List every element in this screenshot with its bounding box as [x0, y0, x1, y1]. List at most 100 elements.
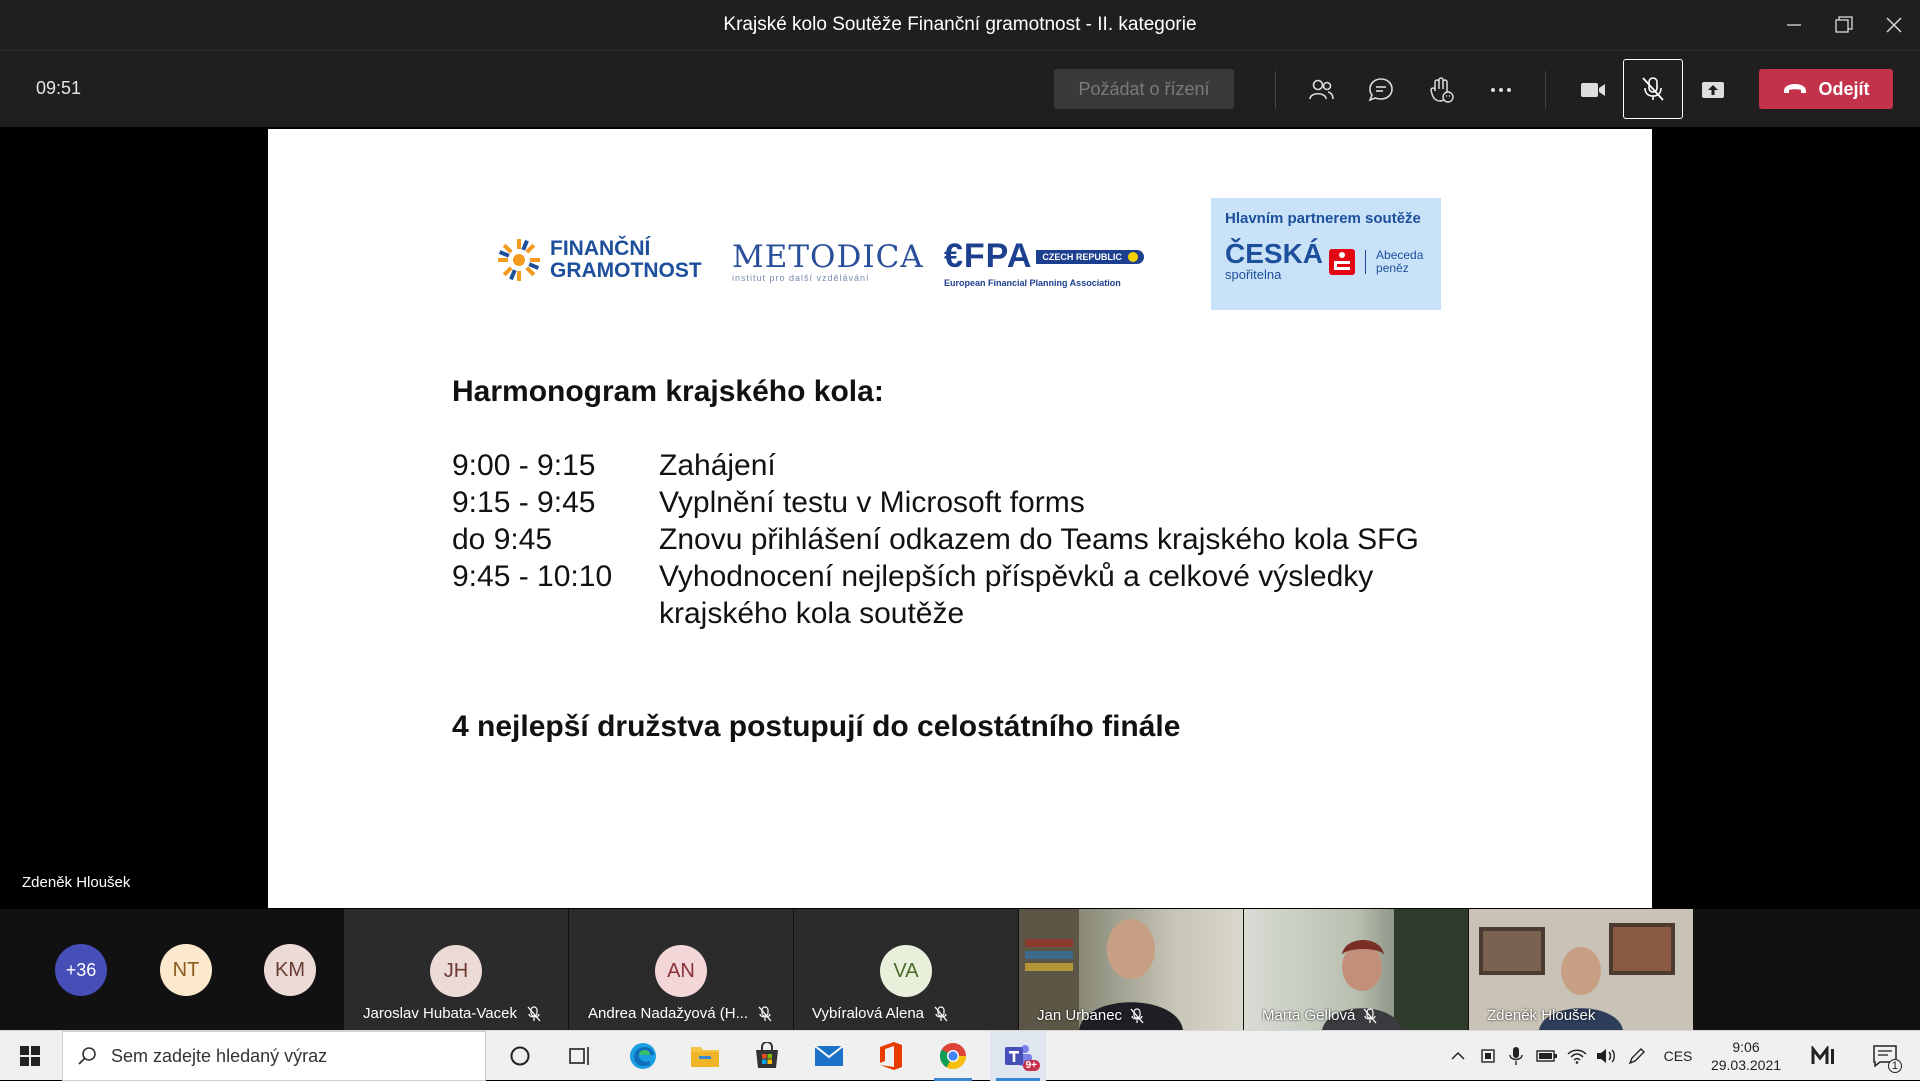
- task-view-icon[interactable]: [556, 1031, 604, 1081]
- schedule-row: 9:45 - 10:10 Vyhodnocení nejlepších přís…: [452, 558, 1459, 632]
- muted-mic-icon: [934, 1005, 948, 1021]
- avatar[interactable]: KM: [264, 944, 316, 996]
- sun-icon: [498, 239, 540, 281]
- schedule-time: 9:45 - 10:10: [452, 560, 613, 593]
- schedule-time: 9:00 - 9:15: [452, 449, 596, 482]
- partner-tag-line2: peněz: [1376, 260, 1409, 275]
- meeting-toolbar: 09:51 Požádat o řízení Odejít: [0, 50, 1920, 127]
- participant-tile[interactable]: AN Andrea Nadažyová (H...: [569, 909, 793, 1030]
- participant-name: Jan Urbanec: [1037, 1007, 1123, 1024]
- minimize-icon[interactable]: [1769, 0, 1819, 50]
- partner-tag-line1: Abeceda: [1376, 247, 1424, 262]
- camera-icon[interactable]: [1568, 65, 1618, 115]
- metodica-logo: METODICA institut pro další vzdělávání: [732, 239, 924, 283]
- avatar[interactable]: NT: [160, 944, 212, 996]
- schedule-list: 9:00 - 9:15 Zahájení 9:15 - 9:45 Vyplněn…: [452, 447, 1459, 632]
- mute-microphone-button[interactable]: [1623, 59, 1683, 119]
- avatar: JH: [430, 945, 482, 997]
- participant-video[interactable]: Zdeněk Hloušek: [1469, 909, 1693, 1030]
- request-control-button[interactable]: Požádat o řízení: [1054, 69, 1234, 109]
- file-explorer-icon[interactable]: [680, 1031, 730, 1081]
- edge-browser-icon[interactable]: [618, 1031, 668, 1081]
- slide-footer: 4 nejlepší družstva postupují do celostá…: [452, 710, 1181, 743]
- fg-logo-line2: GRAMOTNOST: [550, 259, 702, 282]
- taskbar-clock[interactable]: 9:06 29.03.2021: [1706, 1031, 1786, 1081]
- fg-logo-line1: FINANČNÍ: [550, 237, 651, 260]
- raise-hand-reactions-icon[interactable]: [1416, 65, 1466, 115]
- share-screen-icon[interactable]: [1688, 65, 1738, 115]
- efpa-badge-text: CZECH REPUBLIC: [1042, 251, 1122, 262]
- overflow-participants-button[interactable]: +36: [55, 944, 107, 996]
- participant-name: Marta Gellová: [1262, 1007, 1356, 1024]
- cortana-icon[interactable]: [496, 1031, 544, 1081]
- efpa-logo: €FPA CZECH REPUBLIC European Financial P…: [944, 237, 1144, 288]
- participant-name: Zdeněk Hloušek: [1487, 1007, 1596, 1024]
- mail-icon[interactable]: [804, 1031, 854, 1081]
- efpa-logo-text: €FPA: [944, 237, 1033, 275]
- microphone-icon[interactable]: [1504, 1031, 1528, 1081]
- participant-name: Andrea Nadažyová (H...: [588, 1005, 749, 1022]
- shared-slide: FINANČNÍ GRAMOTNOST METODICA institut pr…: [268, 129, 1652, 908]
- teams-icon[interactable]: 9+: [990, 1031, 1046, 1081]
- metodica-logo-text: METODICA: [732, 239, 924, 275]
- participant-video[interactable]: Jan Urbanec: [1019, 909, 1243, 1030]
- leave-label: Odejít: [1818, 78, 1870, 99]
- chrome-icon[interactable]: [928, 1031, 978, 1081]
- windows-start-icon[interactable]: [0, 1031, 60, 1081]
- schedule-row: do 9:45 Znovu přihlášení odkazem do Team…: [452, 521, 1459, 558]
- store-icon[interactable]: [742, 1031, 792, 1081]
- meeting-timer: 09:51: [36, 78, 82, 98]
- clock-time: 9:06: [1732, 1039, 1760, 1055]
- efpa-badge-dot: [1127, 251, 1138, 262]
- avatar: AN: [655, 945, 707, 997]
- efpa-logo-badge: CZECH REPUBLIC: [1036, 249, 1144, 264]
- chat-icon[interactable]: [1356, 65, 1406, 115]
- muted-mic-icon: [527, 1005, 541, 1021]
- close-icon[interactable]: [1869, 0, 1919, 50]
- participants-icon[interactable]: [1296, 65, 1346, 115]
- more-options-icon[interactable]: [1476, 65, 1526, 115]
- presenter-name: Zdeněk Hloušek: [22, 874, 131, 891]
- action-center-notifications-icon[interactable]: 1: [1860, 1031, 1910, 1081]
- financni-gramotnost-logo: FINANČNÍ GRAMOTNOST: [496, 237, 702, 283]
- schedule-row: 9:00 - 9:15 Zahájení: [452, 447, 1459, 484]
- leave-button[interactable]: Odejít: [1759, 69, 1893, 109]
- schedule-time: 9:15 - 9:45: [452, 486, 596, 519]
- window-titlebar: Krajské kolo Soutěže Finanční gramotnost…: [0, 0, 1920, 50]
- participant-video[interactable]: Marta Gellová: [1244, 909, 1468, 1030]
- schedule-activity: Vyplnění testu v Microsoft forms: [659, 486, 1085, 519]
- teams-notification-badge: 9+: [1022, 1060, 1040, 1071]
- participant-tile[interactable]: JH Jaroslav Hubata-Vacek: [344, 909, 568, 1030]
- taskbar-search-input[interactable]: Sem zadejte hledaný výraz: [62, 1031, 486, 1081]
- ceska-sporitelna-icon: [1329, 248, 1356, 275]
- wifi-icon[interactable]: [1564, 1031, 1590, 1081]
- office-icon[interactable]: [866, 1031, 916, 1081]
- partner-title: Hlavním partnerem soutěže: [1225, 210, 1421, 227]
- pen-icon[interactable]: [1624, 1031, 1650, 1081]
- schedule-activity: Znovu přihlášení odkazem do Teams krajsk…: [659, 523, 1419, 556]
- schedule-activity: Zahájení: [659, 449, 776, 482]
- toolbar-divider: [1275, 71, 1276, 109]
- window-title: Krajské kolo Soutěže Finanční gramotnost…: [723, 14, 1197, 35]
- muted-mic-icon: [758, 1005, 772, 1021]
- clock-date: 29.03.2021: [1710, 1057, 1782, 1073]
- participant-strip: +36 NT KM JH Jaroslav Hubata-Vacek AN An…: [0, 909, 1920, 1030]
- volume-icon[interactable]: [1594, 1031, 1620, 1081]
- slide-heading: Harmonogram krajského kola:: [452, 375, 884, 408]
- app-m-icon[interactable]: [1804, 1031, 1844, 1081]
- onedrive-sync-icon[interactable]: [1476, 1031, 1500, 1081]
- battery-icon: [1534, 1031, 1560, 1081]
- language-indicator[interactable]: CES: [1658, 1031, 1698, 1081]
- participant-tile[interactable]: VA Vybíralová Alena: [794, 909, 1018, 1030]
- show-hidden-icons-chevron-icon[interactable]: [1446, 1031, 1470, 1081]
- schedule-activity: Vyhodnocení nejlepších příspěvků a celko…: [659, 560, 1374, 630]
- restore-icon[interactable]: [1819, 0, 1869, 50]
- microphone-off-icon: [1642, 77, 1664, 101]
- partner-name: ČESKÁ: [1225, 238, 1324, 269]
- notification-count: 1: [1887, 1059, 1902, 1073]
- muted-mic-icon: [1363, 1007, 1377, 1023]
- partner-divider: [1365, 249, 1367, 274]
- muted-mic-icon: [1130, 1007, 1144, 1023]
- participant-name: Jaroslav Hubata-Vacek: [363, 1005, 517, 1022]
- search-placeholder: Sem zadejte hledaný výraz: [111, 1045, 328, 1066]
